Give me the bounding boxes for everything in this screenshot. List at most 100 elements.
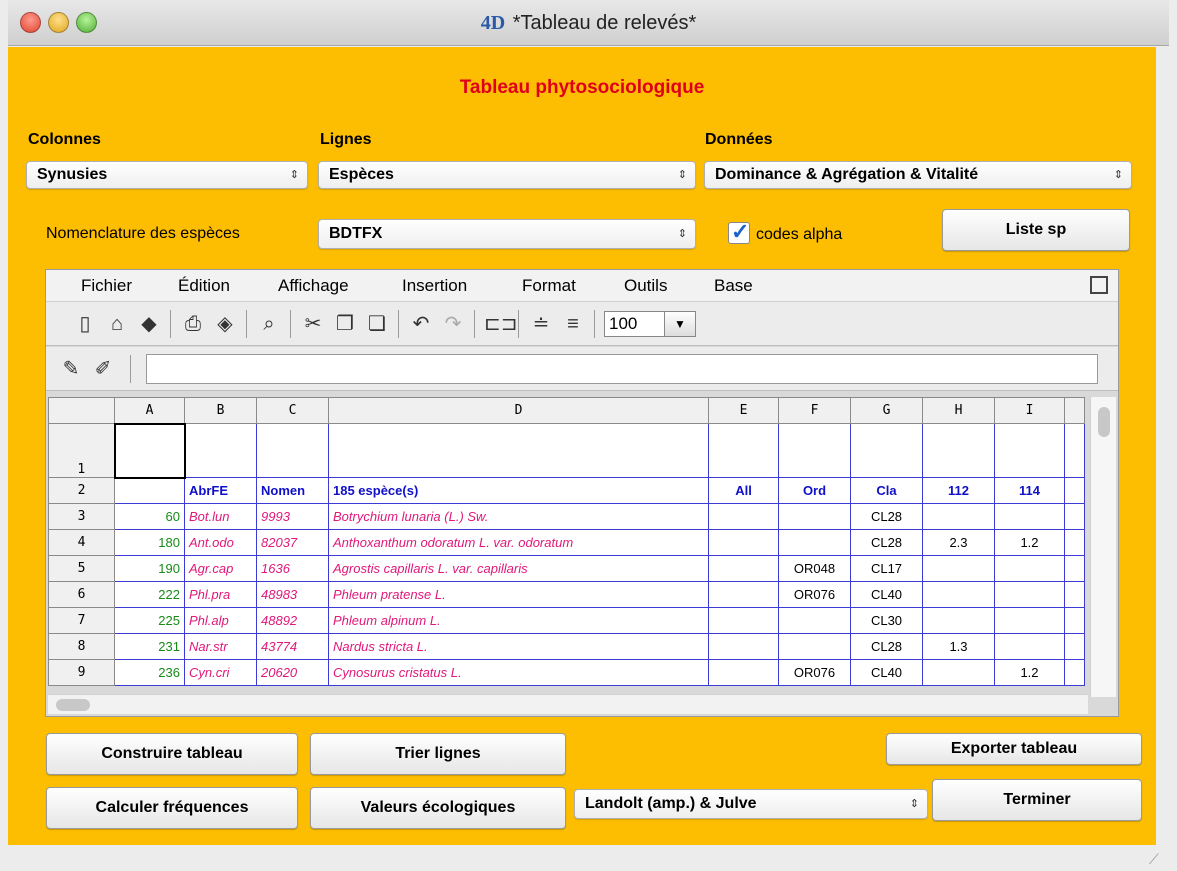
cell[interactable]: Cyn.cri xyxy=(184,659,257,686)
cell[interactable] xyxy=(1064,555,1085,582)
cell[interactable] xyxy=(1064,607,1085,634)
cell[interactable] xyxy=(1064,633,1085,660)
cell[interactable]: Ant.odo xyxy=(184,529,257,556)
calculer-frequences-button[interactable]: Calculer fréquences xyxy=(46,787,298,829)
cell[interactable] xyxy=(994,607,1065,634)
horizontal-scrollbar[interactable] xyxy=(48,694,1088,714)
data-grid[interactable]: A B C D E F G H I 1 2 AbrFE Nomen 185 es… xyxy=(48,397,1085,686)
cell[interactable] xyxy=(708,581,779,608)
cell[interactable]: Phleum alpinum L. xyxy=(328,607,709,634)
cell[interactable]: 43774 xyxy=(256,633,329,660)
cell[interactable]: Nomen xyxy=(256,477,329,504)
cell[interactable] xyxy=(922,659,995,686)
cell[interactable] xyxy=(994,555,1065,582)
cell[interactable] xyxy=(1064,503,1085,530)
cell[interactable] xyxy=(922,423,995,478)
cell[interactable] xyxy=(256,423,329,478)
undo-icon[interactable]: ↶ xyxy=(408,311,434,337)
cell[interactable]: OR048 xyxy=(778,555,851,582)
cell[interactable]: 48892 xyxy=(256,607,329,634)
trier-lignes-button[interactable]: Trier lignes xyxy=(310,733,566,775)
menu-format[interactable]: Format xyxy=(522,276,576,296)
exporter-tableau-button[interactable]: Exporter tableau xyxy=(886,733,1142,765)
zoom-input[interactable]: 100 xyxy=(604,311,666,337)
column-header[interactable]: I xyxy=(994,397,1065,424)
cell[interactable]: Botrychium lunaria (L.) Sw. xyxy=(328,503,709,530)
cell[interactable]: 1.2 xyxy=(994,529,1065,556)
nomenclature-select[interactable]: BDTFX ⇕ xyxy=(318,219,696,249)
find-icon[interactable]: ⌕ xyxy=(256,311,282,337)
cell[interactable] xyxy=(708,659,779,686)
cell[interactable] xyxy=(778,607,851,634)
cell[interactable] xyxy=(994,581,1065,608)
cell[interactable] xyxy=(922,555,995,582)
horizontal-scroll-thumb[interactable] xyxy=(56,699,90,711)
cell[interactable]: Cynosurus cristatus L. xyxy=(328,659,709,686)
cell[interactable]: CL40 xyxy=(850,659,923,686)
cell[interactable] xyxy=(1064,581,1085,608)
cell[interactable]: Nar.str xyxy=(184,633,257,660)
cell[interactable]: 231 xyxy=(114,633,185,660)
zoom-dropdown-icon[interactable]: ▼ xyxy=(664,311,696,337)
paste-icon[interactable]: ❏ xyxy=(364,311,390,337)
row-header[interactable]: 7 xyxy=(48,607,115,634)
cell[interactable] xyxy=(778,503,851,530)
new-document-icon[interactable]: ▯ xyxy=(72,311,98,337)
cell[interactable]: 180 xyxy=(114,529,185,556)
menu-base[interactable]: Base xyxy=(714,276,753,296)
cell[interactable]: 236 xyxy=(114,659,185,686)
cell[interactable]: Agr.cap xyxy=(184,555,257,582)
cell[interactable] xyxy=(114,477,185,504)
print-preview-icon[interactable]: ⎙ xyxy=(180,311,206,337)
column-header[interactable] xyxy=(1064,397,1085,424)
window-toggle-icon[interactable] xyxy=(1090,276,1108,294)
cell[interactable]: Phleum pratense L. xyxy=(328,581,709,608)
cell[interactable] xyxy=(922,503,995,530)
cell[interactable] xyxy=(994,633,1065,660)
donnees-select[interactable]: Dominance & Agrégation & Vitalité ⇕ xyxy=(704,161,1132,189)
cancel-edit-icon[interactable]: ✎ xyxy=(58,356,84,382)
cell[interactable]: 1636 xyxy=(256,555,329,582)
cell[interactable]: OR076 xyxy=(778,581,851,608)
liste-sp-button[interactable]: Liste sp xyxy=(942,209,1130,251)
sort-ascending-icon[interactable]: ≐ xyxy=(528,311,554,337)
open-folder-icon[interactable]: ⌂ xyxy=(104,311,130,337)
cell[interactable]: 1.2 xyxy=(994,659,1065,686)
cell[interactable] xyxy=(708,423,779,478)
cell[interactable] xyxy=(708,555,779,582)
cell[interactable] xyxy=(778,529,851,556)
cell[interactable]: 9993 xyxy=(256,503,329,530)
column-header[interactable]: A xyxy=(114,397,185,424)
cell[interactable]: OR076 xyxy=(778,659,851,686)
cell[interactable] xyxy=(328,423,709,478)
menu-edition[interactable]: Édition xyxy=(178,276,230,296)
cell[interactable]: 48983 xyxy=(256,581,329,608)
colonnes-select[interactable]: Synusies ⇕ xyxy=(26,161,308,189)
row-header[interactable]: 8 xyxy=(48,633,115,660)
row-header[interactable]: 9 xyxy=(48,659,115,686)
row-header[interactable]: 6 xyxy=(48,581,115,608)
cell[interactable]: 60 xyxy=(114,503,185,530)
selected-cell[interactable] xyxy=(113,422,186,479)
vertical-scroll-thumb[interactable] xyxy=(1098,407,1110,437)
cell[interactable]: AbrFE xyxy=(184,477,257,504)
column-header[interactable]: C xyxy=(256,397,329,424)
cell[interactable] xyxy=(778,633,851,660)
cell[interactable]: 114 xyxy=(994,477,1065,504)
cell[interactable]: 1.3 xyxy=(922,633,995,660)
cell[interactable]: All xyxy=(708,477,779,504)
copy-icon[interactable]: ❐ xyxy=(332,311,358,337)
cell[interactable]: 222 xyxy=(114,581,185,608)
cell[interactable]: CL28 xyxy=(850,633,923,660)
cell[interactable] xyxy=(1064,659,1085,686)
cell[interactable] xyxy=(922,581,995,608)
menu-affichage[interactable]: Affichage xyxy=(278,276,349,296)
menu-insertion[interactable]: Insertion xyxy=(402,276,467,296)
cell[interactable]: 20620 xyxy=(256,659,329,686)
cell[interactable] xyxy=(850,423,923,478)
cell[interactable]: 82037 xyxy=(256,529,329,556)
corner-cell[interactable] xyxy=(48,397,115,424)
cell[interactable]: Nardus stricta L. xyxy=(328,633,709,660)
vertical-scrollbar[interactable] xyxy=(1090,397,1116,697)
cell[interactable] xyxy=(708,607,779,634)
